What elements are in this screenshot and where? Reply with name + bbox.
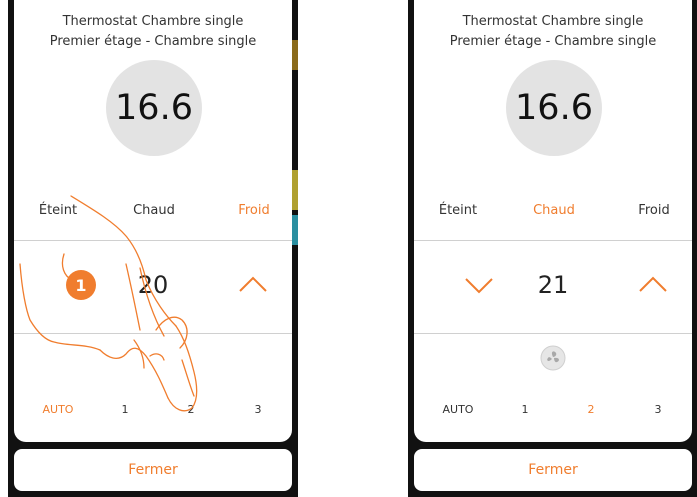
close-button[interactable]: Fermer	[414, 449, 692, 491]
setpoint-row: 21	[414, 245, 692, 333]
zone-name: Thermostat Chambre single	[462, 14, 644, 29]
thermostat-title: Thermostat Chambre single Premier étage …	[414, 12, 692, 52]
zone-location: Premier étage - Chambre single	[449, 34, 657, 49]
divider	[414, 240, 692, 241]
thermostat-card: Thermostat Chambre single Premier étage …	[14, 0, 292, 442]
speed-2[interactable]: 2	[588, 403, 595, 416]
mode-off[interactable]: Éteint	[439, 203, 477, 218]
current-temperature: 16.6	[506, 60, 602, 156]
speed-3[interactable]: 3	[655, 403, 662, 416]
speed-1[interactable]: 1	[522, 403, 529, 416]
setpoint-value: 21	[537, 271, 569, 299]
chevron-up-icon[interactable]	[636, 267, 670, 301]
fan-icon	[540, 345, 566, 371]
mode-selector: Éteint Chaud Froid	[414, 203, 692, 223]
divider	[414, 333, 692, 334]
close-button[interactable]: Fermer	[14, 449, 292, 491]
mode-heat[interactable]: Chaud	[533, 203, 575, 218]
speed-auto[interactable]: AUTO	[443, 403, 474, 416]
mode-cool[interactable]: Froid	[638, 203, 669, 218]
pointing-hand-icon	[19, 195, 198, 412]
left-screenshot: Thermostat Chambre single Premier étage …	[8, 0, 298, 497]
chevron-down-icon[interactable]	[462, 267, 496, 301]
thermostat-card: Thermostat Chambre single Premier étage …	[414, 0, 692, 442]
right-screenshot: Thermostat Chambre single Premier étage …	[408, 0, 697, 497]
